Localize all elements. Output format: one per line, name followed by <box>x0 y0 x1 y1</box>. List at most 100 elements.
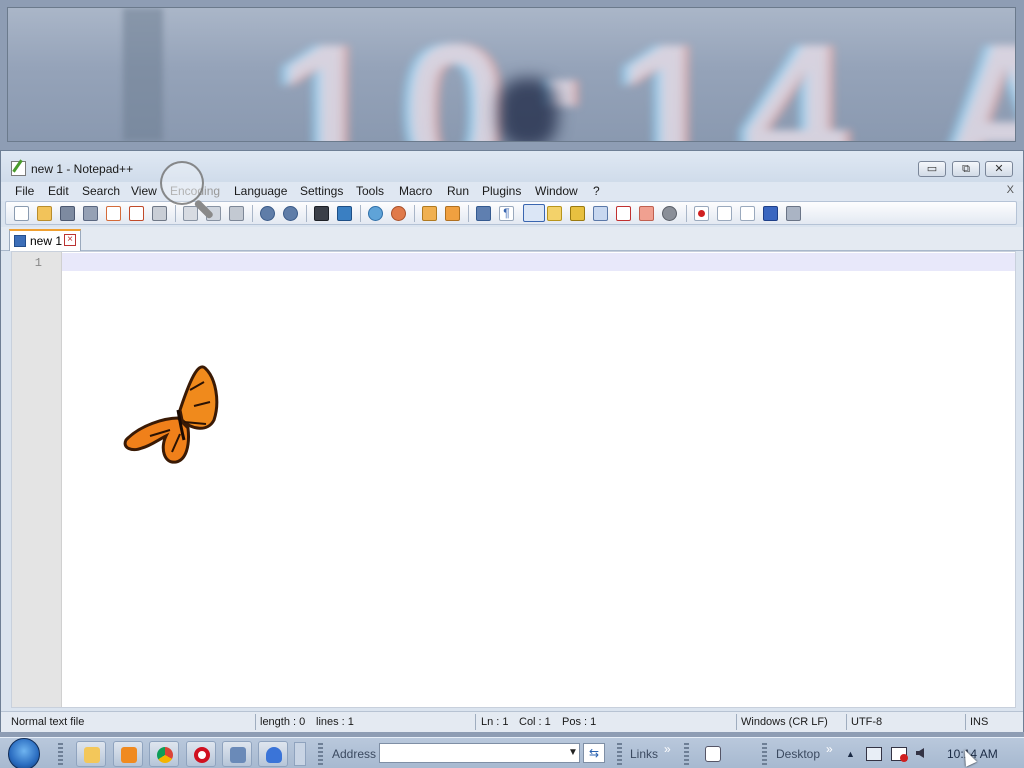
desktop-chevron-icon[interactable]: » <box>826 742 833 756</box>
menu-plugins[interactable]: Plugins <box>482 184 521 198</box>
address-label: Address <box>332 747 377 761</box>
toolbar-separator <box>468 205 469 222</box>
toolbar-grip[interactable] <box>58 743 63 765</box>
paste-icon[interactable] <box>229 206 244 221</box>
network-tray-icon[interactable] <box>866 747 882 761</box>
zoom-out-icon[interactable] <box>391 206 406 221</box>
menu-tools[interactable]: Tools <box>356 184 384 198</box>
desktop-label[interactable]: Desktop <box>776 747 820 761</box>
maximize-button[interactable]: ⧉ <box>952 161 980 177</box>
menu-file[interactable]: File <box>15 184 34 198</box>
start-button[interactable] <box>6 738 44 768</box>
folder-icon <box>84 747 100 763</box>
status-file-type: Normal text file <box>11 716 85 728</box>
minimize-icon: ▭ <box>926 163 938 175</box>
save-icon[interactable] <box>60 206 75 221</box>
tab-close-icon[interactable]: × <box>64 234 76 246</box>
magnifier-view: 10:14 AM <box>7 7 1016 142</box>
current-line-highlight[interactable] <box>62 253 1015 271</box>
editor-area[interactable]: 1 <box>11 251 1016 708</box>
status-eol[interactable]: Windows (CR LF) <box>741 716 828 728</box>
find-icon[interactable] <box>314 206 329 221</box>
menu-view[interactable]: View <box>131 184 157 198</box>
quicklaunch-scroll-button[interactable] <box>294 742 306 766</box>
tab-new-1[interactable]: new 1 × <box>9 229 81 251</box>
links-label[interactable]: Links <box>630 747 658 761</box>
taskbar: Address ▼ ⇆ Links » Desktop » ▲ 10:14 AM <box>0 737 1024 768</box>
open-file-icon[interactable] <box>37 206 52 221</box>
status-length: length : 0 <box>260 716 306 728</box>
run-macro-multiple-icon[interactable] <box>763 206 778 221</box>
close-all-icon[interactable] <box>129 206 144 221</box>
menu-window[interactable]: Window <box>535 184 578 198</box>
menu-run[interactable]: Run <box>447 184 469 198</box>
address-dropdown-icon[interactable]: ▼ <box>566 743 580 763</box>
taskbar-explorer-button[interactable] <box>76 741 106 767</box>
taskbar-note-button[interactable] <box>700 741 726 767</box>
alert-icon <box>900 754 908 762</box>
taskbar-chrome-button[interactable] <box>149 741 179 767</box>
status-pos: Pos : 1 <box>562 716 597 728</box>
status-bar: Normal text file length : 0 lines : 1 Ln… <box>1 711 1023 732</box>
show-hidden-icons-icon[interactable]: ▲ <box>846 749 855 759</box>
close-document-button[interactable]: X <box>1007 184 1014 196</box>
volume-icon[interactable] <box>916 748 924 758</box>
file-saved-icon <box>14 235 26 247</box>
action-center-icon[interactable] <box>891 747 908 762</box>
redo-icon[interactable] <box>283 206 298 221</box>
document-map-icon[interactable] <box>570 206 585 221</box>
undo-icon[interactable] <box>260 206 275 221</box>
save-macro-icon[interactable] <box>786 206 801 221</box>
menu-language[interactable]: Language <box>234 184 287 198</box>
run-icon[interactable] <box>662 206 677 221</box>
sync-horizontal-icon[interactable] <box>445 206 460 221</box>
taskbar-opera-button[interactable] <box>186 741 216 767</box>
show-all-chars-icon[interactable]: ¶ <box>499 206 514 221</box>
links-chevron-icon[interactable]: » <box>664 742 671 756</box>
toolbar-grip[interactable] <box>762 743 767 765</box>
zoom-in-icon[interactable] <box>368 206 383 221</box>
status-lines: lines : 1 <box>316 716 354 728</box>
close-button[interactable]: ✕ <box>985 161 1013 177</box>
user-defined-language-icon[interactable] <box>547 206 562 221</box>
folder-as-workspace-icon[interactable] <box>616 206 631 221</box>
line-number: 1 <box>34 256 42 270</box>
function-list-icon[interactable] <box>593 206 608 221</box>
word-wrap-icon[interactable] <box>476 206 491 221</box>
menu-edit[interactable]: Edit <box>48 184 69 198</box>
menu-help[interactable]: ? <box>593 184 600 198</box>
taskbar-media-player-button[interactable] <box>113 741 143 767</box>
status-separator <box>255 714 256 730</box>
new-file-icon[interactable] <box>14 206 29 221</box>
play-macro-icon[interactable] <box>740 206 755 221</box>
menu-settings[interactable]: Settings <box>300 184 343 198</box>
print-icon[interactable] <box>152 206 167 221</box>
close-icon: ✕ <box>994 163 1004 175</box>
maximize-icon: ⧉ <box>962 163 970 175</box>
toolbar-grip[interactable] <box>318 743 323 765</box>
replace-icon[interactable] <box>337 206 352 221</box>
record-macro-icon[interactable] <box>694 206 709 221</box>
chrome-icon <box>157 747 173 763</box>
monitoring-icon[interactable] <box>639 206 654 221</box>
save-all-icon[interactable] <box>83 206 98 221</box>
close-icon[interactable] <box>106 206 121 221</box>
menu-macro[interactable]: Macro <box>399 184 432 198</box>
status-insert-mode[interactable]: INS <box>970 716 988 728</box>
taskbar-app-button[interactable] <box>258 741 288 767</box>
toolbar-grip[interactable] <box>617 743 622 765</box>
tab-bar: new 1 × <box>1 227 1023 251</box>
sync-vertical-icon[interactable] <box>422 206 437 221</box>
notepadpp-app-icon[interactable] <box>11 161 26 176</box>
taskbar-network-button[interactable] <box>222 741 252 767</box>
toolbar-grip[interactable] <box>684 743 689 765</box>
address-go-button[interactable]: ⇆ <box>583 743 605 763</box>
address-input[interactable] <box>379 743 580 763</box>
stop-macro-icon[interactable] <box>717 206 732 221</box>
menu-search[interactable]: Search <box>82 184 120 198</box>
title-bar[interactable]: new 1 - Notepad++ ▭ ⧉ ✕ <box>1 151 1023 183</box>
minimize-button[interactable]: ▭ <box>918 161 946 177</box>
cut-icon[interactable] <box>183 206 198 221</box>
status-encoding[interactable]: UTF-8 <box>851 716 882 728</box>
indent-guide-icon[interactable] <box>523 204 545 222</box>
